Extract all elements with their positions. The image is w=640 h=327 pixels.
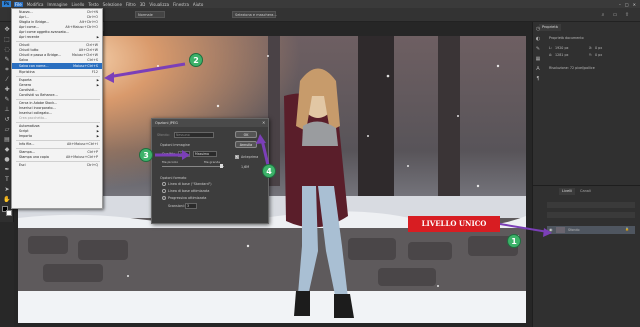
arrow-to-ok: [260, 139, 270, 166]
arrow-head-quality: [182, 150, 190, 160]
annotation-overlay: [104, 62, 552, 237]
step-badge-1: 1: [507, 234, 521, 248]
arrow-to-layer: [499, 223, 549, 233]
step-badge-4: 4: [262, 164, 276, 178]
arrow-to-save-as: [107, 62, 186, 79]
arrow-head-ok: [256, 134, 266, 144]
single-layer-label: LIVELLO UNICO: [408, 216, 500, 232]
step-badge-3: 3: [139, 148, 153, 162]
step-badge-2: 2: [189, 53, 203, 67]
arrow-head-save-as: [104, 72, 114, 83]
arrow-head-layer: [543, 228, 552, 237]
